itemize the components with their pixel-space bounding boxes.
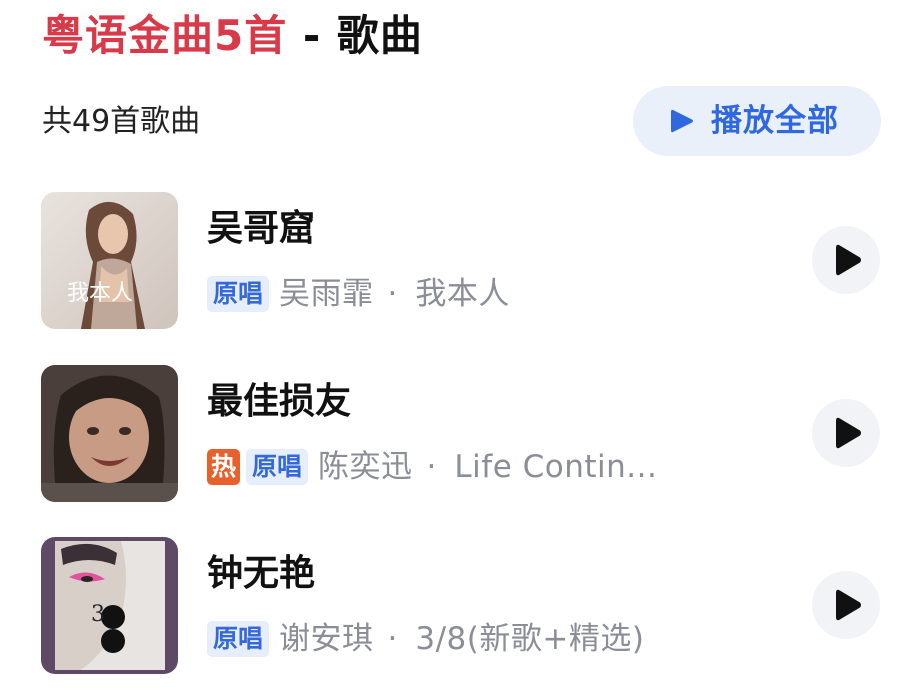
song-meta: 原唱 谢安琪 · 3/8(新歌+精选) [207,619,644,659]
meta-separator: · [387,621,398,657]
hot-badge: 热 [207,449,241,485]
album-cover [41,365,178,502]
album-name[interactable]: 3/8(新歌+精选) [415,619,644,659]
play-icon [836,417,861,449]
artist-name[interactable]: 谢安琪 [279,619,374,659]
play-icon [836,244,861,276]
song-meta: 原唱 吴雨霏 · 我本人 [207,274,510,314]
artist-name[interactable]: 吴雨霏 [279,274,374,314]
album-name[interactable]: Life Contin... [454,447,657,487]
album-cover-text: 我本人 [67,281,133,306]
song-row[interactable]: 3 钟无艳 原唱 谢安琪 · 3/8(新歌+精选) [0,537,903,677]
song-title: 钟无艳 [207,553,316,594]
album-name[interactable]: 我本人 [415,274,510,314]
song-count: 共49首歌曲 [42,104,201,139]
title-separator: - [287,11,337,60]
original-badge: 原唱 [246,449,309,485]
album-cover: 3 [41,537,178,674]
title-section: 歌曲 [336,11,423,60]
song-row[interactable]: 最佳损友 热 原唱 陈奕迅 · Life Contin... [0,365,903,505]
play-all-label: 播放全部 [711,103,839,139]
album-cover-text: 3 [91,602,105,627]
artist-name[interactable]: 陈奕迅 [318,447,413,487]
play-song-button[interactable] [812,226,880,294]
play-all-button[interactable]: 播放全部 [633,86,881,156]
song-meta: 热 原唱 陈奕迅 · Life Contin... [207,447,657,487]
album-cover: 我本人 [41,192,178,329]
play-icon [836,589,861,621]
play-triangle-icon [671,109,693,133]
page-title: 粤语金曲5首 - 歌曲 [42,8,423,64]
song-title: 最佳损友 [207,381,352,422]
song-title: 吴哥窟 [207,208,316,249]
play-song-button[interactable] [812,571,880,639]
original-badge: 原唱 [207,621,270,657]
original-badge: 原唱 [207,276,270,312]
play-song-button[interactable] [812,399,880,467]
meta-separator: · [426,449,437,485]
meta-separator: · [387,276,398,312]
song-row[interactable]: 我本人 吴哥窟 原唱 吴雨霏 · 我本人 [0,192,903,332]
playlist-name: 粤语金曲5首 [42,11,288,60]
